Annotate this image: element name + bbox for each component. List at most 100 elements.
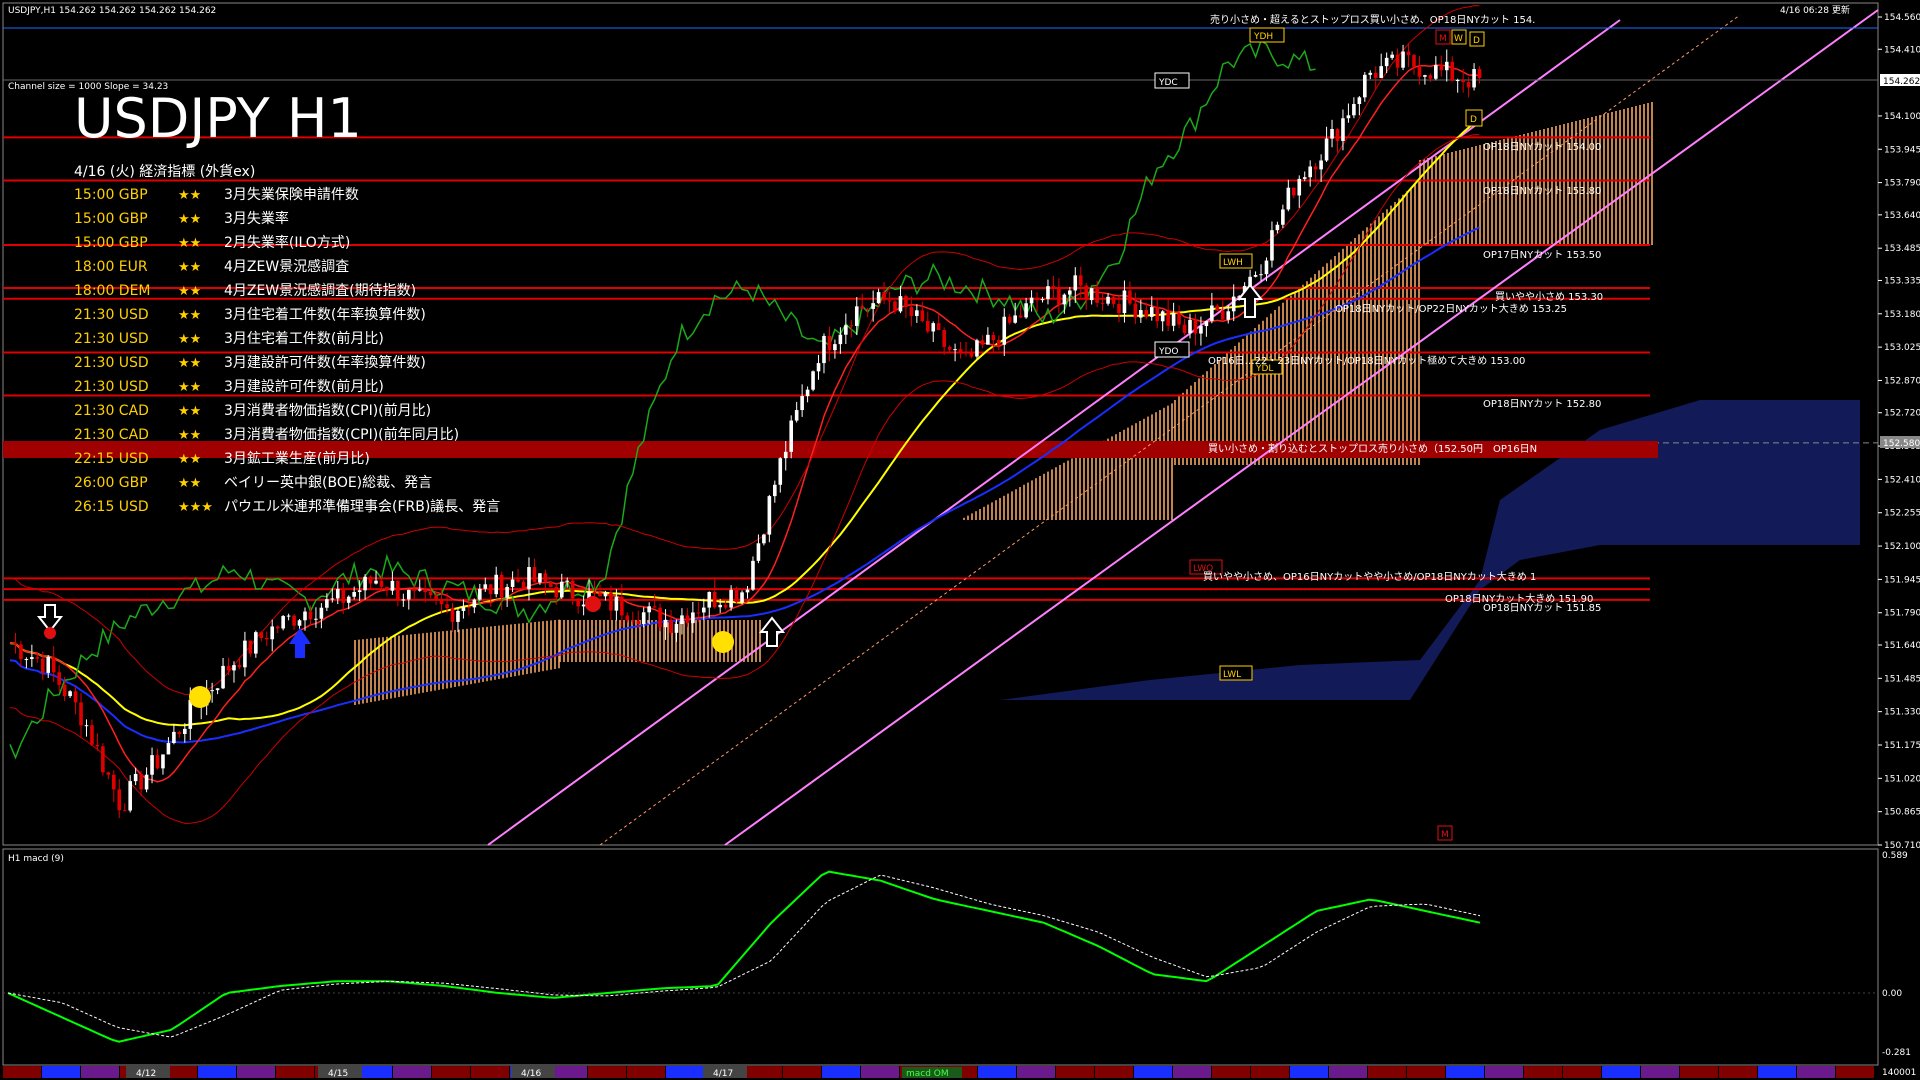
macd-axis-bottom: -0.281 bbox=[1882, 1048, 1911, 1058]
annotation-top: 売り小さめ・超えるとストップロス買い小さめ、OP18日NYカット 154. bbox=[1210, 13, 1535, 26]
price-tick: 154.100 bbox=[1884, 112, 1920, 122]
event-stars: ★★ bbox=[178, 452, 201, 467]
event-time: 21:30 USD bbox=[74, 307, 149, 323]
event-time: 26:15 USD bbox=[74, 499, 149, 515]
price-tick: 151.640 bbox=[1884, 641, 1920, 651]
macd-axis-zero: 0.00 bbox=[1882, 989, 1902, 999]
annotation-15380: OP18日NYカット 153.80 bbox=[1483, 185, 1601, 197]
price-tick: 153.640 bbox=[1884, 211, 1920, 221]
event-stars: ★★ bbox=[178, 212, 201, 227]
annotation-15400: OP18日NYカット 154.00 bbox=[1483, 141, 1601, 153]
price-tick: 152.100 bbox=[1884, 542, 1920, 552]
annotation-15195: 買いやや小さめ、OP16日NYカットやや小さめ/OP18日NYカット大きめ 1 bbox=[1203, 570, 1536, 583]
event-name: 4月ZEW景況感調査(期待指数) bbox=[224, 282, 416, 299]
price-tick: 151.330 bbox=[1884, 708, 1920, 718]
price-tick: 151.790 bbox=[1884, 609, 1920, 619]
event-time: 26:00 GBP bbox=[74, 475, 148, 491]
date-label: 4/17 bbox=[713, 1069, 733, 1079]
annotation-15185: OP18日NYカット 151.85 bbox=[1483, 602, 1601, 614]
price-tick: 153.790 bbox=[1884, 179, 1920, 189]
event-time: 21:30 CAD bbox=[74, 427, 149, 443]
price-tick: 152.255 bbox=[1884, 509, 1920, 519]
macd-label: H1 macd (9) bbox=[8, 854, 64, 864]
event-name: 3月建設許可件数(前月比) bbox=[224, 378, 384, 395]
big-title: USDJPY H1 bbox=[74, 87, 362, 150]
event-stars: ★★ bbox=[178, 260, 201, 275]
event-stars: ★★★ bbox=[178, 500, 213, 515]
annotation-15350: OP17日NYカット 153.50 bbox=[1483, 249, 1601, 261]
event-name: 3月失業率 bbox=[224, 210, 289, 227]
event-stars: ★★ bbox=[178, 236, 201, 251]
event-name: 3月住宅着工件数(年率換算件数) bbox=[224, 306, 426, 323]
event-name: 4月ZEW景況感調査 bbox=[224, 258, 349, 275]
event-time: 21:30 USD bbox=[74, 331, 149, 347]
yellow-signal-icon bbox=[189, 686, 211, 708]
marker-m-bottom: M bbox=[1441, 830, 1449, 840]
event-time: 21:30 USD bbox=[74, 379, 149, 395]
price-tick: 153.945 bbox=[1884, 145, 1920, 155]
event-name: 3月失業保険申請件数 bbox=[224, 187, 359, 203]
annotation-15250: 買い小さめ・割り込むとストップロス売り小さめ（152.50円 OP16日N bbox=[1208, 442, 1537, 455]
price-tick: 154.560 bbox=[1884, 13, 1920, 23]
event-name: パウエル米連邦準備理事会(FRB)議長、発言 bbox=[224, 498, 500, 515]
event-time: 18:00 DEM bbox=[74, 283, 151, 299]
marker-ydh: YDH bbox=[1253, 32, 1273, 42]
event-stars: ★★ bbox=[178, 356, 201, 371]
price-tick: 153.180 bbox=[1884, 310, 1920, 320]
yellow-signal-icon bbox=[712, 631, 734, 653]
current-price: 154.262 bbox=[1883, 77, 1920, 87]
event-time: 22:15 USD bbox=[74, 451, 149, 467]
marker-ydc: YDC bbox=[1158, 78, 1178, 88]
price-tick: 152.410 bbox=[1884, 475, 1920, 485]
red-signal-icon bbox=[44, 627, 56, 639]
macd-tag: macd OM bbox=[906, 1069, 949, 1079]
price-tick: 153.335 bbox=[1884, 276, 1920, 286]
event-stars: ★★ bbox=[178, 188, 201, 203]
price-tick: 151.020 bbox=[1884, 774, 1920, 784]
price-tick: 152.720 bbox=[1884, 409, 1920, 419]
date-label: 4/12 bbox=[136, 1069, 156, 1079]
marker-w: W bbox=[1454, 34, 1463, 44]
event-time: 21:30 USD bbox=[74, 355, 149, 371]
date-label: 4/16 bbox=[521, 1069, 541, 1079]
trading-chart[interactable]: USDJPY,H1 154.262 154.262 154.262 154.26… bbox=[0, 0, 1920, 1080]
window-title: USDJPY,H1 154.262 154.262 154.262 154.26… bbox=[8, 6, 216, 16]
mid-price: 152.580 bbox=[1883, 439, 1920, 449]
macd-axis-top: 0.589 bbox=[1882, 851, 1908, 861]
event-stars: ★★ bbox=[178, 284, 201, 299]
marker-d-top: D bbox=[1473, 36, 1480, 46]
red-signal-icon bbox=[585, 596, 601, 612]
event-time: 15:00 GBP bbox=[74, 235, 148, 251]
macd-bottom-value: 140001 bbox=[1882, 1068, 1916, 1078]
event-time: 21:30 CAD bbox=[74, 403, 149, 419]
price-tick: 151.945 bbox=[1884, 575, 1920, 585]
annotation-15280: OP18日NYカット 152.80 bbox=[1483, 398, 1601, 410]
event-stars: ★★ bbox=[178, 380, 201, 395]
update-time: 4/16 06:28 更新 bbox=[1780, 4, 1850, 16]
price-tick: 152.870 bbox=[1884, 376, 1920, 386]
event-time: 15:00 GBP bbox=[74, 211, 148, 227]
events-header: 4/16 (火) 経済指標 (外貨ex) bbox=[74, 163, 255, 180]
price-tick: 153.485 bbox=[1884, 244, 1920, 254]
event-name: 3月住宅着工件数(前月比) bbox=[224, 330, 384, 347]
annotation-15300: OP16日…22・23日NYカット/OP18日NYカット極めて大きめ 153.0… bbox=[1208, 354, 1525, 367]
marker-lwh: LWH bbox=[1223, 258, 1243, 268]
event-stars: ★★ bbox=[178, 476, 201, 491]
event-time: 15:00 GBP bbox=[74, 187, 148, 203]
event-stars: ★★ bbox=[178, 428, 201, 443]
price-tick: 150.865 bbox=[1884, 808, 1920, 818]
marker-lwl: LWL bbox=[1223, 670, 1241, 680]
event-stars: ★★ bbox=[178, 332, 201, 347]
marker-d: D bbox=[1470, 115, 1477, 125]
price-tick: 150.710 bbox=[1884, 841, 1920, 851]
marker-m: M bbox=[1439, 34, 1447, 44]
price-tick: 151.485 bbox=[1884, 674, 1920, 684]
price-tick: 151.175 bbox=[1884, 741, 1920, 751]
event-name: 3月鉱工業生産(前月比) bbox=[224, 450, 370, 467]
event-name: 3月建設許可件数(年率換算件数) bbox=[224, 354, 426, 371]
price-tick: 154.410 bbox=[1884, 45, 1920, 55]
event-name: 2月失業率(ILO方式) bbox=[224, 234, 350, 251]
annotation-15325: OP18日NYカット/OP22日NYカット大きめ 153.25 bbox=[1335, 302, 1567, 315]
marker-ydo: YDO bbox=[1158, 347, 1179, 357]
price-tick: 153.025 bbox=[1884, 343, 1920, 353]
